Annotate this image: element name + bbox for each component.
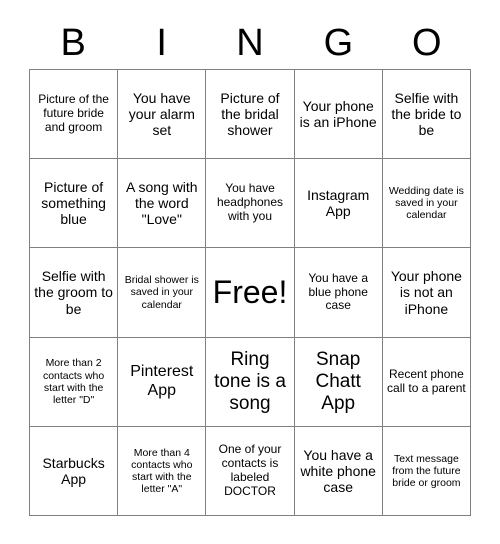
bingo-cell-r5c2[interactable]: More than 4 contacts who start with the …	[118, 426, 207, 516]
bingo-cell-r3c5[interactable]: Your phone is not an iPhone	[382, 248, 471, 338]
bingo-cell-r1c2[interactable]: You have your alarm set	[118, 70, 207, 160]
bingo-cell-label: Picture of the bridal shower	[220, 89, 280, 139]
bingo-cell-r5c5[interactable]: Text message from the future bride or gr…	[382, 426, 471, 516]
bingo-cell-r5c3[interactable]: One of your contacts is labeled DOCTOR	[206, 426, 295, 516]
header-letter-o: O	[412, 22, 442, 64]
bingo-cell-label: Your phone is not an iPhone	[390, 268, 462, 317]
bingo-cell-label: Starbucks App	[42, 454, 105, 487]
bingo-cell-label: Your phone is an iPhone	[299, 97, 377, 131]
bingo-cell-r3c1[interactable]: Selfie with the groom to be	[30, 248, 119, 338]
bingo-cell-r4c1[interactable]: More than 2 contacts who start with the …	[30, 337, 119, 427]
bingo-cell-r2c1[interactable]: Picture of something blue	[30, 159, 119, 249]
bingo-cell-label: One of your contacts is labeled DOCTOR	[218, 442, 282, 498]
bingo-cell-r1c4[interactable]: Your phone is an iPhone	[294, 70, 383, 160]
bingo-cell-r4c3[interactable]: Ring tone is a song	[206, 337, 295, 427]
bingo-cell-r4c2[interactable]: Pinterest App	[118, 337, 207, 427]
bingo-cell-r4c5[interactable]: Recent phone call to a parent	[382, 337, 471, 427]
bingo-cell-label: Selfie with the groom to be	[34, 268, 113, 317]
bingo-cell-r5c1[interactable]: Starbucks App	[30, 426, 119, 516]
bingo-cell-r3c4[interactable]: You have a blue phone case	[294, 248, 383, 338]
bingo-header-row: B I N G O	[29, 18, 471, 68]
bingo-cell-r2c5[interactable]: Wedding date is saved in your calendar	[382, 159, 471, 249]
bingo-cell-label: Text message from the future bride or gr…	[392, 452, 461, 489]
bingo-cell-r1c1[interactable]: Picture of the future bride and groom	[30, 70, 119, 160]
bingo-cell-r2c2[interactable]: A song with the word "Love"	[118, 159, 207, 249]
bingo-cell-label: You have a white phone case	[300, 446, 376, 495]
bingo-cell-free-space[interactable]: Free!	[206, 248, 295, 338]
bingo-cell-label: Bridal shower is saved in your calendar	[124, 274, 199, 311]
header-letter-n: N	[236, 22, 264, 64]
bingo-cell-label: More than 4 contacts who start with the …	[131, 446, 193, 496]
header-letter-i: I	[156, 22, 167, 64]
bingo-cell-r2c3[interactable]: You have headphones with you	[206, 159, 295, 249]
bingo-cell-label: Selfie with the bride to be	[391, 89, 462, 139]
bingo-cell-label: You have a blue phone case	[308, 270, 368, 313]
bingo-cell-label: Wedding date is saved in your calendar	[388, 185, 464, 222]
bingo-grid: Picture of the future bride and groom Yo…	[29, 69, 471, 516]
bingo-cell-label: You have your alarm set	[128, 89, 195, 139]
bingo-card: B I N G O Picture of the future bride an…	[0, 0, 500, 544]
bingo-cell-label: Instagram App	[307, 187, 370, 220]
bingo-cell-label: Picture of the future bride and groom	[38, 92, 109, 135]
bingo-free-label: Free!	[212, 273, 288, 310]
bingo-cell-r5c4[interactable]: You have a white phone case	[294, 426, 383, 516]
bingo-cell-label: Ring tone is a song	[214, 348, 286, 414]
header-letter-g: G	[323, 22, 354, 64]
bingo-cell-label: More than 2 contacts who start with the …	[42, 357, 105, 406]
bingo-cell-r1c5[interactable]: Selfie with the bride to be	[382, 70, 471, 160]
bingo-cell-label: Pinterest App	[130, 363, 194, 399]
bingo-cell-label: Picture of something blue	[41, 178, 106, 228]
bingo-cell-label: You have headphones with you	[216, 181, 284, 224]
bingo-cell-r3c2[interactable]: Bridal shower is saved in your calendar	[118, 248, 207, 338]
bingo-cell-r1c3[interactable]: Picture of the bridal shower	[206, 70, 295, 160]
bingo-cell-label: A song with the word "Love"	[125, 178, 198, 228]
bingo-cell-label: Recent phone call to a parent	[387, 366, 466, 395]
bingo-cell-r2c4[interactable]: Instagram App	[294, 159, 383, 249]
bingo-cell-r4c4[interactable]: Snap Chatt App	[294, 337, 383, 427]
header-letter-b: B	[60, 22, 86, 64]
bingo-cell-label: Snap Chatt App	[315, 348, 361, 414]
